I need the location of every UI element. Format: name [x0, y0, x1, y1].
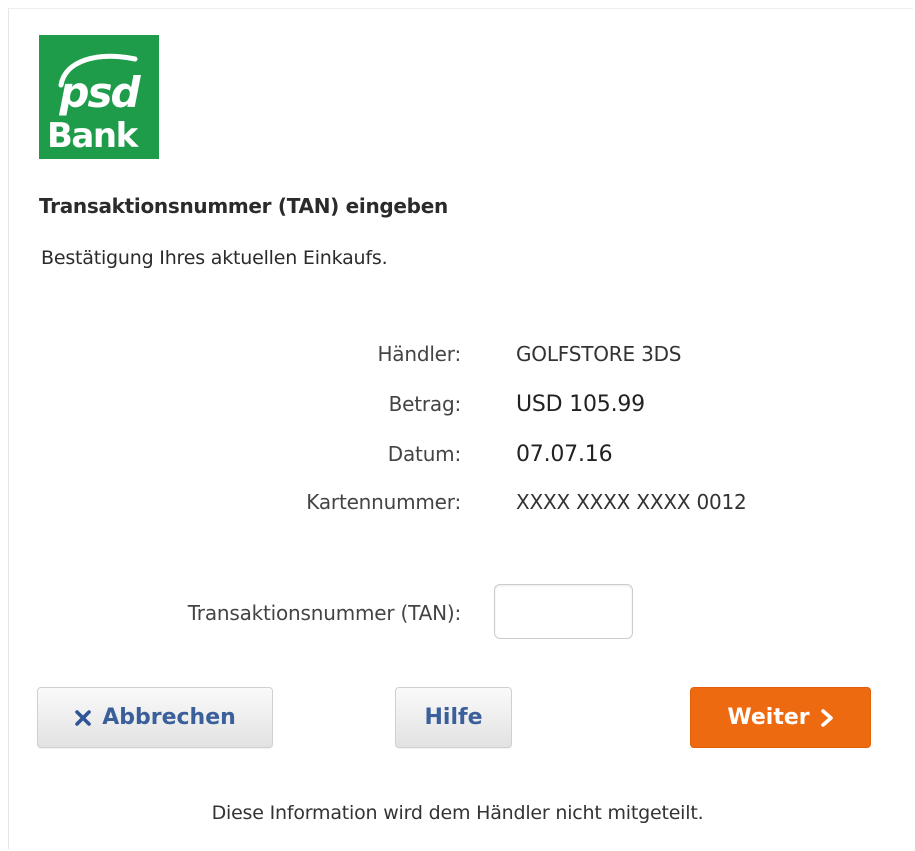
date-value: 07.07.16 [516, 442, 613, 467]
merchant-label: Händler: [377, 342, 461, 366]
tan-label: Transaktionsnummer (TAN): [187, 601, 461, 625]
privacy-note: Diese Information wird dem Händler nicht… [211, 802, 704, 824]
merchant-value: GOLFSTORE 3DS [516, 342, 682, 366]
cancel-button[interactable]: Abbrechen [37, 687, 273, 748]
date-label: Datum: [387, 442, 461, 466]
detail-row-amount: Betrag: USD 105.99 [0, 392, 915, 422]
svg-text:psd: psd [58, 68, 141, 117]
chevron-right-icon [820, 708, 834, 727]
next-button-label: Weiter [727, 705, 810, 730]
amount-value: USD 105.99 [516, 392, 645, 417]
close-icon [74, 709, 92, 727]
next-button[interactable]: Weiter [690, 687, 871, 748]
card-number-label: Kartennummer: [306, 490, 461, 514]
page-subtitle: Bestätigung Ihres aktuellen Einkaufs. [41, 247, 388, 269]
psd-bank-logo-graphic: psd Bank [47, 53, 143, 156]
page-title: Transaktionsnummer (TAN) eingeben [39, 194, 448, 218]
tan-input[interactable] [494, 584, 633, 639]
svg-text:Bank: Bank [47, 116, 140, 156]
detail-row-merchant: Händler: GOLFSTORE 3DS [0, 342, 915, 372]
card-number-value: XXXX XXXX XXXX 0012 [516, 490, 747, 514]
amount-label: Betrag: [388, 392, 462, 416]
help-button-label: Hilfe [424, 705, 483, 730]
psd-bank-logo: psd Bank [39, 35, 159, 159]
help-button[interactable]: Hilfe [395, 687, 512, 748]
detail-row-date: Datum: 07.07.16 [0, 442, 915, 472]
cancel-button-label: Abbrechen [102, 705, 236, 730]
detail-row-card-number: Kartennummer: XXXX XXXX XXXX 0012 [0, 490, 915, 520]
